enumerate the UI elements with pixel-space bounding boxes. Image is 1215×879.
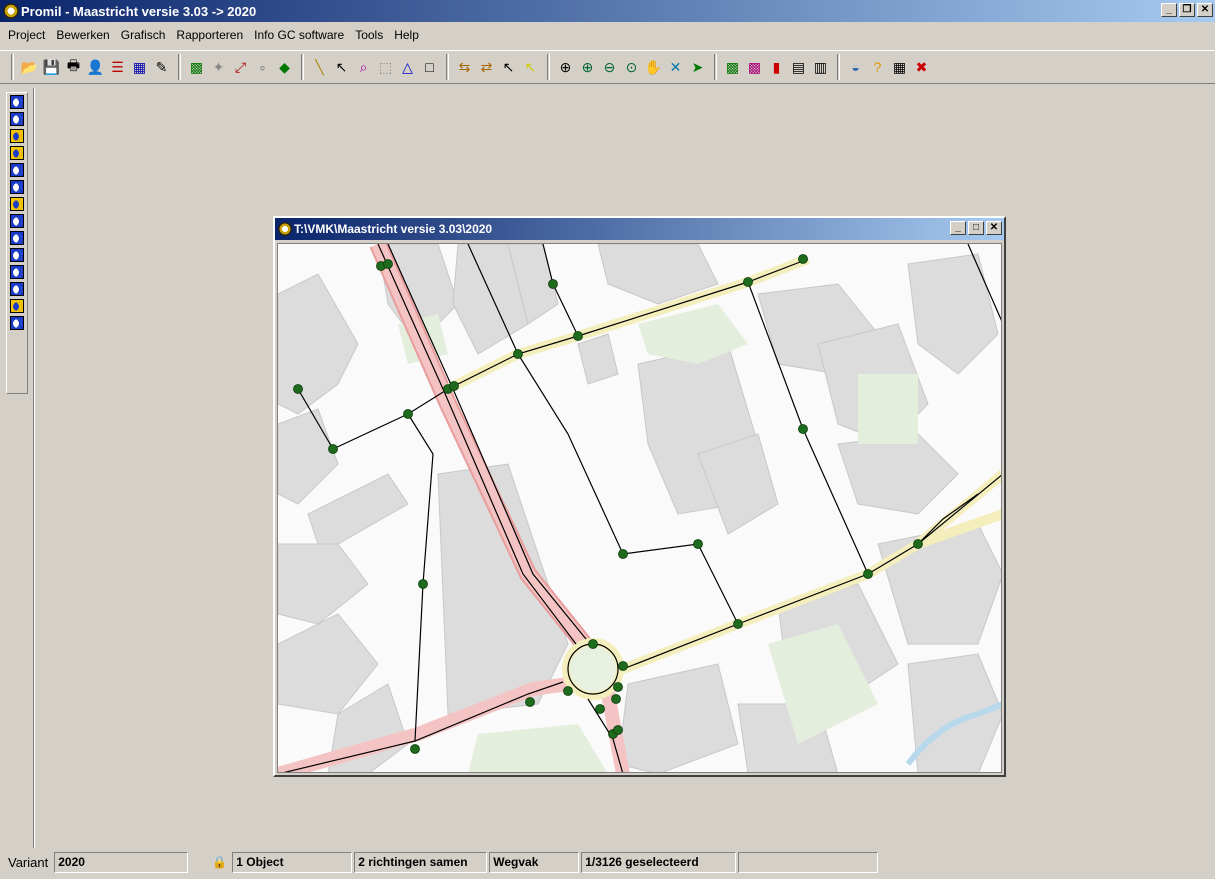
map-maximize-button[interactable]: □ <box>968 221 984 235</box>
layer-toolbar <box>6 92 28 394</box>
layer-toggle-icon[interactable] <box>10 248 24 262</box>
calculator-icon[interactable]: ▦ <box>889 56 910 78</box>
user-icon[interactable]: 👤 <box>85 56 106 78</box>
map-close-button[interactable]: ✕ <box>986 221 1002 235</box>
layer-toggle-icon[interactable] <box>10 299 24 313</box>
menu-bar: Project Bewerken Grafisch Rapporteren In… <box>0 25 430 45</box>
line-tool-icon[interactable]: ╲ <box>309 56 330 78</box>
folder-open-icon[interactable]: 📂 <box>19 56 40 78</box>
zoom-select-icon[interactable]: ⌕ <box>353 56 374 78</box>
bar-chart-icon[interactable]: ▮ <box>766 56 787 78</box>
lock-icon[interactable]: 🔒 <box>190 852 230 873</box>
minimize-button[interactable]: _ <box>1161 3 1177 17</box>
toolbar-separator <box>446 54 449 80</box>
pointer-yellow-icon[interactable]: ↖ <box>520 56 541 78</box>
table-icon[interactable]: ▦ <box>129 56 150 78</box>
splitter[interactable] <box>33 88 35 848</box>
rectangle-dashed-icon[interactable]: ⬚ <box>375 56 396 78</box>
map-window-icon[interactable] <box>278 222 292 236</box>
connect-icon[interactable]: ∘ <box>252 56 273 78</box>
layer-toggle-icon[interactable] <box>10 112 24 126</box>
map-minimize-button[interactable]: _ <box>950 221 966 235</box>
pointer-icon[interactable]: ↖ <box>498 56 519 78</box>
status-bar: Variant 2020 🔒 1 Object 2 richtingen sam… <box>0 850 1215 874</box>
menu-grafisch[interactable]: Grafisch <box>121 28 166 42</box>
menu-help[interactable]: Help <box>394 28 419 42</box>
menu-tools[interactable]: Tools <box>355 28 383 42</box>
layer-toggle-icon[interactable] <box>10 146 24 160</box>
app-logo-icon[interactable] <box>3 3 19 19</box>
toolbar-separator <box>11 54 14 80</box>
save-icon[interactable]: 💾 <box>41 56 62 78</box>
direction-mode: 2 richtingen samen <box>354 851 488 873</box>
road-network-map[interactable] <box>278 244 1002 773</box>
roundabout <box>562 638 624 700</box>
map-edit-icon[interactable]: ▩ <box>186 56 207 78</box>
layer-toggle-icon[interactable] <box>10 265 24 279</box>
layer-toggle-icon[interactable] <box>10 163 24 177</box>
menu-bewerken[interactable]: Bewerken <box>56 28 109 42</box>
export-icon[interactable]: ➤ <box>687 56 708 78</box>
layer-toggle-icon[interactable] <box>10 95 24 109</box>
wizard-icon[interactable]: ✎ <box>151 56 172 78</box>
layer-toggle-icon[interactable] <box>10 231 24 245</box>
layer-icon[interactable]: ◆ <box>274 56 295 78</box>
route-back-icon[interactable]: ⇄ <box>476 56 497 78</box>
toolbar-separator <box>547 54 550 80</box>
selection-count: 1/3126 geselecteerd <box>581 851 737 873</box>
menu-info-gc-software[interactable]: Info GC software <box>254 28 344 42</box>
layer-toggle-icon[interactable] <box>10 214 24 228</box>
triangle-icon[interactable]: △ <box>397 56 418 78</box>
print-icon[interactable]: 🖶 <box>63 56 84 78</box>
list-icon[interactable]: ☰ <box>107 56 128 78</box>
app-title: Promil - Maastricht versie 3.03 -> 2020 <box>21 3 257 19</box>
layer-toggle-icon[interactable] <box>10 129 24 143</box>
toolbar-separator <box>714 54 717 80</box>
select-arrow-icon[interactable]: ↖ <box>331 56 352 78</box>
app-titlebar: Promil - Maastricht versie 3.03 -> 2020 … <box>0 0 1215 22</box>
pan-hand-icon[interactable]: ✋ <box>643 56 664 78</box>
report-icon[interactable]: ▤ <box>788 56 809 78</box>
variant-label: Variant <box>8 854 49 870</box>
zoom-extent-icon[interactable]: ⊕ <box>555 56 576 78</box>
map-window-title: T:\VMK\Maastricht versie 3.03\2020 <box>294 222 493 236</box>
layer-toggle-icon[interactable] <box>10 316 24 330</box>
map-canvas[interactable] <box>277 243 1002 773</box>
restore-button[interactable]: ❐ <box>1179 3 1195 17</box>
zoom-out-icon[interactable]: ⊖ <box>599 56 620 78</box>
zoom-window-icon[interactable]: ⊙ <box>621 56 642 78</box>
toolbar-separator <box>301 54 304 80</box>
close-button[interactable]: ✕ <box>1197 3 1213 17</box>
square-icon[interactable]: □ <box>419 56 440 78</box>
zoom-in-icon[interactable]: ⊕ <box>577 56 598 78</box>
status-extra <box>738 851 879 873</box>
map-window-titlebar: T:\VMK\Maastricht versie 3.03\2020 _ □ ✕ <box>275 218 1004 240</box>
layer-toggle-icon[interactable] <box>10 180 24 194</box>
object-count: 1 Object <box>232 851 353 873</box>
document-icon[interactable]: ▥ <box>810 56 831 78</box>
globe-icon[interactable]: ◒ <box>845 56 866 78</box>
route-forward-icon[interactable]: ⇆ <box>454 56 475 78</box>
cross-icon[interactable]: ✕ <box>665 56 686 78</box>
toolbar-separator <box>178 54 181 80</box>
exit-icon[interactable]: ✖ <box>911 56 932 78</box>
map-edit2-icon[interactable]: ▩ <box>744 56 765 78</box>
map-window: T:\VMK\Maastricht versie 3.03\2020 _ □ ✕ <box>273 216 1006 777</box>
layer-toggle-icon[interactable] <box>10 282 24 296</box>
link-icon[interactable]: ⤢ <box>230 56 251 78</box>
help-icon[interactable]: ? <box>867 56 888 78</box>
main-toolbar: 📂 💾 🖶 👤 ☰ ▦ ✎ ▩ ✦ ⤢ ∘ ◆ ╲ ↖ ⌕ ⬚ △ □ ⇆ ⇄ ↖ ↖ ⊕ ⊕ ⊖ ⊙ ✋ ✕ ➤ ▩ ▩ ▮ ▤ ▥ ◒? ▦ ✖ <box>0 50 1215 84</box>
toolbar-separator <box>837 54 840 80</box>
layer-toggle-icon[interactable] <box>10 197 24 211</box>
menu-rapporteren[interactable]: Rapporteren <box>176 28 243 42</box>
object-type: Wegvak <box>489 851 580 873</box>
node-icon[interactable]: ✦ <box>208 56 229 78</box>
variant-field[interactable]: 2020 <box>54 851 189 873</box>
menu-project[interactable]: Project <box>8 28 45 42</box>
map-stats-icon[interactable]: ▩ <box>722 56 743 78</box>
